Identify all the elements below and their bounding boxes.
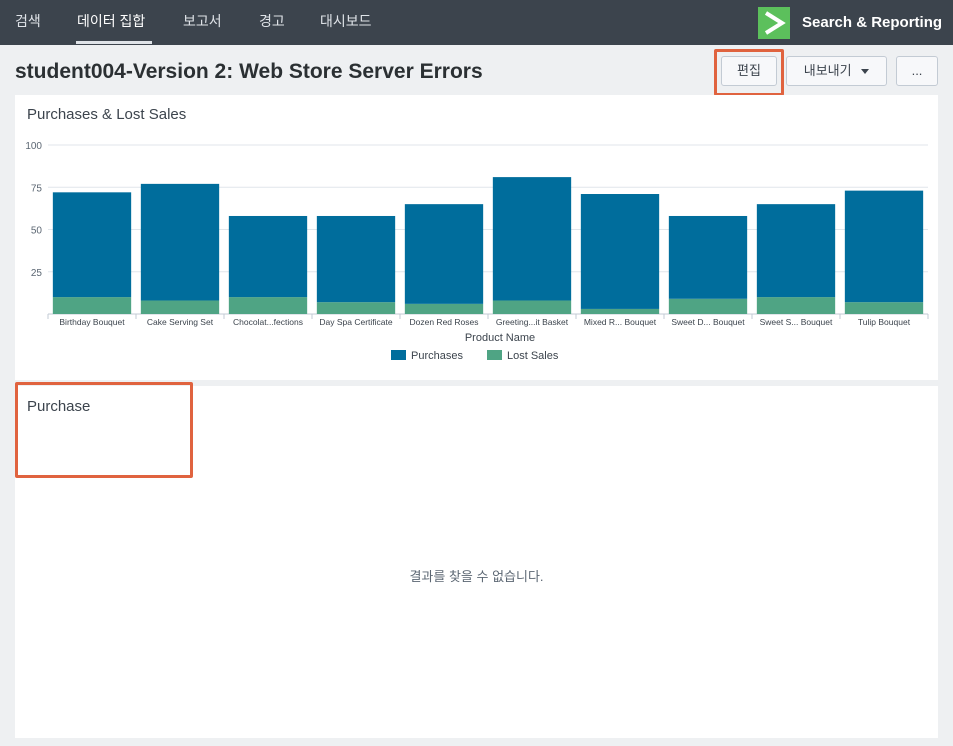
nav-item-alerts[interactable]: 경고 [259,0,285,45]
bar-lost-sales [756,297,836,314]
nav-item-reports[interactable]: 보고서 [183,0,222,45]
bar-purchases [668,215,748,299]
bar-lost-sales [316,302,396,314]
bar-purchases [844,190,924,303]
bar-lost-sales [140,300,220,314]
y-tick-label: 50 [31,226,43,237]
x-tick-label: Mixed R... Bouquet [584,317,657,327]
bar-lost-sales [580,308,660,314]
nav-active-indicator [76,41,152,44]
splunk-chevron-logo-icon[interactable] [758,7,790,39]
app-title[interactable]: Search & Reporting [802,0,942,45]
bar-lost-sales [492,300,572,314]
x-tick-label: Sweet S... Bouquet [760,317,833,327]
no-results-message: 결과를 찾을 수 없습니다. [409,569,544,584]
bar-purchases [316,215,396,303]
page-title: student004-Version 2: Web Store Server E… [15,60,483,83]
x-tick-label: Birthday Bouquet [59,317,125,327]
y-tick-label: 25 [31,268,43,279]
bar-lost-sales [844,302,924,314]
bar-purchases [52,192,132,298]
x-tick-label: Sweet D... Bouquet [671,317,745,327]
y-tick-label: 100 [25,141,42,152]
bar-lost-sales [404,303,484,314]
bar-purchases [492,177,572,301]
legend-swatch-purchases [391,350,406,360]
legend-swatch-lost-sales [487,350,502,360]
bar-purchases [404,204,484,304]
bar-purchases [580,194,660,309]
legend-label-purchases: Purchases [411,350,463,362]
edit-button-highlight [714,49,784,96]
x-tick-label: Dozen Red Roses [410,317,479,327]
x-tick-label: Tulip Bouquet [858,317,911,327]
bar-purchases [756,204,836,298]
caret-down-icon [861,69,870,75]
legend-label-lost-sales: Lost Sales [507,350,559,362]
x-tick-label: Greeting...it Basket [496,317,569,327]
export-button-label: 내보내기 [803,63,852,78]
more-actions-button[interactable]: ... [896,56,938,86]
y-tick-label: 75 [31,183,43,194]
chart-panel: Purchases & Lost Sales 25 50 75 100 Birthday… [15,95,938,380]
bar-lost-sales [228,297,308,314]
bar-purchases [140,183,220,301]
purchases-lost-sales-chart: 25 50 75 100 Birthday Bouquet Cake Serving Se… [25,141,929,362]
bar-lost-sales [52,297,132,314]
nav-item-datasets[interactable]: 데이터 집합 [77,0,145,45]
bar-purchases [228,215,308,298]
export-button[interactable]: 내보내기 [786,56,887,86]
x-tick-label: Chocolat...fections [233,317,303,327]
bar-lost-sales [668,298,748,314]
chevron-right-icon [764,11,786,35]
x-tick-label: Cake Serving Set [147,317,214,327]
nav-item-dashboards[interactable]: 대시보드 [320,0,372,45]
x-axis-label: Product Name [465,332,535,344]
nav-item-search[interactable]: 검색 [15,0,41,45]
x-tick-label: Day Spa Certificate [319,317,392,327]
top-nav-bar: 검색 데이터 집합 보고서 경고 대시보드 Search & Reporting [0,0,953,45]
purchase-title-highlight [15,382,193,478]
